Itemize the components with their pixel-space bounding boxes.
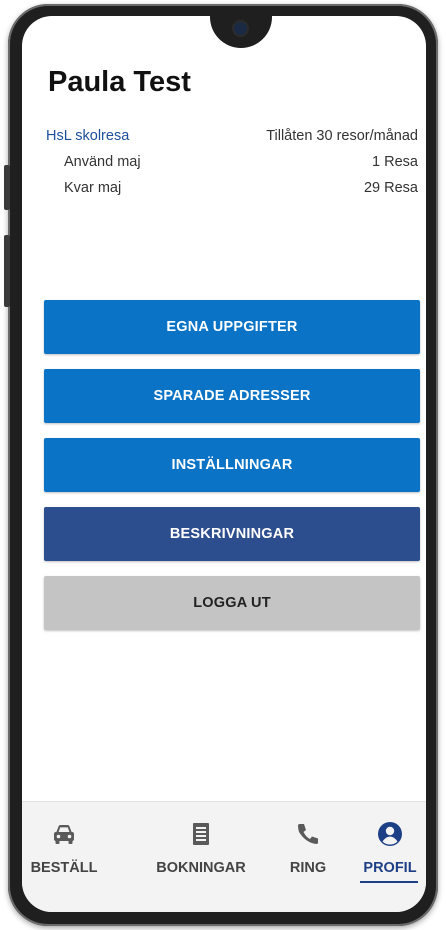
profile-icon — [378, 822, 402, 846]
nav-item-bestall[interactable]: BESTÄLL — [22, 802, 106, 892]
list-icon — [193, 823, 209, 845]
nav-item-ring[interactable]: RING — [278, 802, 338, 892]
nav-item-profil[interactable]: PROFIL — [354, 802, 426, 892]
nav-label: PROFIL — [363, 860, 417, 876]
car-icon — [54, 825, 74, 844]
volume-button — [4, 165, 10, 210]
user-name: Paula Test — [48, 66, 191, 98]
nav-label: BOKNINGAR — [156, 860, 246, 876]
phone-icon — [298, 824, 318, 844]
active-indicator — [360, 881, 418, 883]
camera-icon — [234, 22, 247, 35]
nav-label: BESTÄLL — [30, 860, 98, 876]
row-label: HsL skolresa — [46, 128, 130, 144]
row-label: Använd maj — [64, 154, 141, 170]
power-button — [4, 235, 10, 307]
row-value: 1 Resa — [372, 154, 418, 170]
row-value: 29 Resa — [363, 180, 418, 196]
row-value: Tillåten 30 resor/månad — [266, 128, 418, 144]
app-screen: Paula Test HsL skolresa Tillåten 30 reso… — [22, 16, 426, 912]
nav-item-bokningar[interactable]: BOKNINGAR — [140, 802, 262, 892]
beskrivningar-button[interactable]: BESKRIVNINGAR — [44, 507, 420, 561]
installningar-button[interactable]: INSTÄLLNINGAR — [44, 438, 420, 492]
bottom-nav: BESTÄLL BOKNINGAR RING PROFIL — [22, 801, 426, 912]
row-label: Kvar maj — [64, 180, 122, 196]
camera-notch — [210, 16, 272, 48]
egna-uppgifter-button[interactable]: EGNA UPPGIFTER — [44, 300, 420, 354]
nav-label: RING — [289, 860, 327, 876]
sparade-adresser-button[interactable]: SPARADE ADRESSER — [44, 369, 420, 423]
logga-ut-button[interactable]: LOGGA UT — [44, 576, 420, 630]
